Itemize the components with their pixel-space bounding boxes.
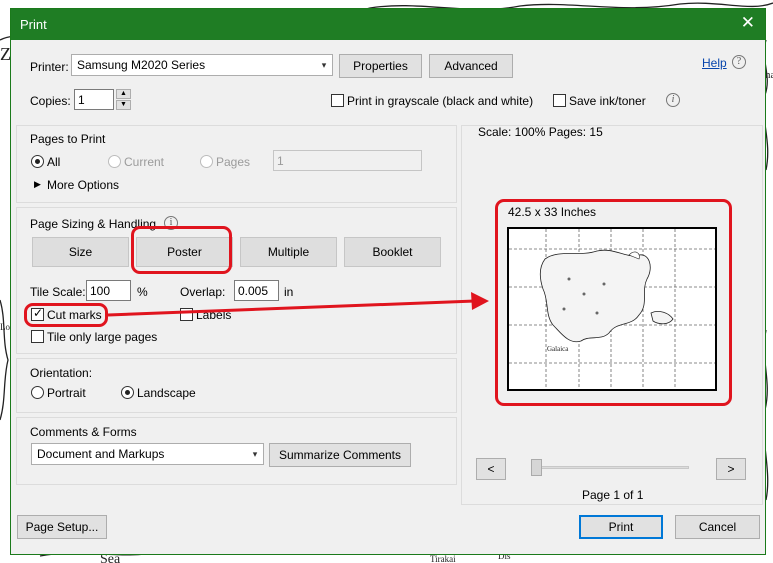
bg-text: Tirakai — [430, 554, 456, 563]
bg-text: Lo — [0, 322, 10, 332]
print-dialog: Print ✕ Printer: Samsung M2020 Series ▾ … — [10, 8, 766, 555]
annotation-arrow — [107, 292, 489, 317]
